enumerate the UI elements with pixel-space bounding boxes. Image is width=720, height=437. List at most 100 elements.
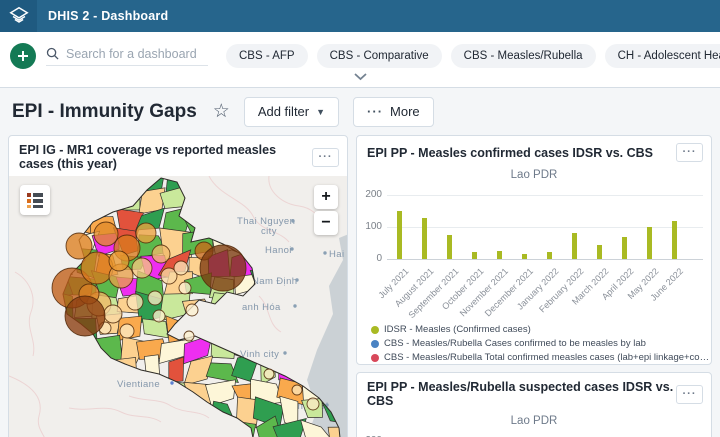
legend-label: CBS - Measles/Rubella Cases confirmed to… <box>384 338 646 349</box>
app-title: DHIS 2 - Dashboard <box>48 9 169 23</box>
case-bubble <box>183 330 195 342</box>
legend-item: IDSR - Measles (Confirmed cases) <box>371 324 711 335</box>
bar <box>522 254 527 259</box>
dashboard-chip[interactable]: CBS - AFP <box>226 44 308 68</box>
chart-card-title: EPI PP - Measles confirmed cases IDSR vs… <box>367 145 654 160</box>
chart-card-suspected-cases: EPI PP - Measles/Rubella suspected cases… <box>356 372 712 437</box>
gridline <box>387 227 703 228</box>
bar <box>672 221 677 259</box>
case-bubble <box>178 281 192 295</box>
case-bubble <box>185 303 199 317</box>
bar <box>472 252 477 259</box>
dashboard-chip[interactable]: CBS - Comparative <box>316 44 442 68</box>
chart-legend: IDSR - Measles (Confirmed cases) CBS - Me… <box>371 324 711 363</box>
case-bubble <box>65 232 93 260</box>
dashboard-title: EPI - Immunity Gaps <box>12 100 197 122</box>
city-dot-icon <box>283 351 287 355</box>
bar <box>597 245 602 259</box>
legend-item: CBS - Measles/Rubella Cases confirmed to… <box>371 338 711 349</box>
city-dot-icon <box>293 304 297 308</box>
dashboard-chips: CBS - AFP CBS - Comparative CBS - Measles/… <box>226 44 720 68</box>
city-label: Vientiane <box>117 379 160 390</box>
case-bubble <box>151 244 171 264</box>
dashboard-title-bar: EPI - Immunity Gaps ☆ Add filter ▼ ··· M… <box>0 88 720 135</box>
dhis2-logo[interactable] <box>0 0 37 32</box>
case-bubble <box>147 290 163 306</box>
chart-subtitle: Lao PDR <box>510 415 558 427</box>
city-label: Nam Định <box>252 276 297 287</box>
caret-down-icon: ▼ <box>316 106 326 117</box>
bar <box>622 236 627 259</box>
map-legend-button[interactable] <box>20 185 50 215</box>
gridline <box>387 195 703 196</box>
case-bubble <box>108 250 130 272</box>
app-header: DHIS 2 - Dashboard <box>0 0 720 32</box>
case-bubble <box>199 244 247 292</box>
case-bubble <box>103 304 123 324</box>
case-bubble <box>135 222 157 244</box>
legend-label: IDSR - Measles (Confirmed cases) <box>384 324 531 335</box>
bar <box>572 232 577 259</box>
laos-map: Thai NguyencityHanoiNam ĐịnhHaianh HóaVi… <box>9 175 347 437</box>
bar <box>547 252 552 259</box>
more-button[interactable]: ··· More <box>353 96 434 127</box>
legend-dot-icon <box>371 325 379 334</box>
city-dot-icon <box>170 381 174 385</box>
dashboards-bar: CBS - AFP CBS - Comparative CBS - Measles/… <box>0 32 720 88</box>
bar <box>397 211 402 259</box>
new-dashboard-button[interactable] <box>10 43 36 69</box>
bar-chart: 0100200July 2021August 2021September 202… <box>357 433 711 437</box>
case-bubble <box>291 384 303 396</box>
ellipsis-icon: ··· <box>367 104 384 119</box>
case-bubble <box>306 397 320 411</box>
chart-card-more-button[interactable]: ··· <box>676 384 703 404</box>
chart-card-more-button[interactable]: ··· <box>676 143 703 162</box>
dashboard-search <box>46 46 208 66</box>
case-bubble <box>131 257 153 279</box>
gridline <box>387 259 703 260</box>
case-bubble <box>263 368 275 380</box>
city-label: anh Hóa <box>242 302 281 313</box>
city-dot-icon <box>323 251 327 255</box>
y-axis-label: 0 <box>376 253 382 264</box>
plus-icon <box>18 51 28 61</box>
legend-list-icon <box>27 193 43 208</box>
city-label: Hanoi <box>265 245 292 256</box>
city-dot-icon <box>291 219 295 223</box>
bar <box>647 227 652 259</box>
case-bubble <box>152 309 166 323</box>
dashboard-app: DHIS 2 - Dashboard CBS - AFP CBS - Compar… <box>0 0 720 437</box>
case-bubble <box>64 295 106 337</box>
dashboard-chip[interactable]: CBS - Measles/Rubella <box>450 44 596 68</box>
legend-item: CBS - Measles/Rubella Total confirmed me… <box>371 352 711 363</box>
chart-card-measles-confirmed: EPI PP - Measles confirmed cases IDSR vs… <box>356 135 712 365</box>
bar <box>447 235 452 259</box>
map-card-title: EPI IG - MR1 coverage vs reported measle… <box>19 143 277 171</box>
legend-label: CBS - Measles/Rubella Total confirmed me… <box>384 352 711 363</box>
city-dot-icon <box>295 278 299 282</box>
city-label: city <box>261 226 277 237</box>
case-bubble <box>173 260 189 276</box>
chart-card-title: EPI PP - Measles/Rubella suspected cases… <box>367 380 674 408</box>
star-icon[interactable]: ☆ <box>213 102 230 121</box>
add-filter-button[interactable]: Add filter ▼ <box>243 96 340 127</box>
bar-chart: 0100200July 2021August 2021September 202… <box>357 187 711 320</box>
map-zoom-out-button[interactable]: − <box>314 211 338 235</box>
dhis2-layers-icon <box>8 6 29 23</box>
search-icon <box>46 47 59 60</box>
map-canvas[interactable]: Thai Nguyen city Hanoi Nam Định Hai anh Hóa Vi… <box>9 175 347 437</box>
y-axis-label: 200 <box>365 189 382 200</box>
chevron-down-icon[interactable] <box>353 72 368 81</box>
case-bubble <box>119 323 135 339</box>
legend-dot-icon <box>371 339 379 348</box>
map-card: EPI IG - MR1 coverage vs reported measle… <box>8 135 348 437</box>
dashboard-chip[interactable]: CH - Adolescent Health <box>604 44 720 68</box>
map-zoom-in-button[interactable]: + <box>314 185 338 209</box>
bar <box>422 218 427 259</box>
search-input[interactable] <box>66 46 204 61</box>
city-dot-icon <box>290 247 294 251</box>
y-axis-label: 100 <box>365 221 382 232</box>
case-bubble <box>93 221 119 247</box>
bar <box>497 251 502 259</box>
map-card-more-button[interactable]: ··· <box>312 147 339 167</box>
